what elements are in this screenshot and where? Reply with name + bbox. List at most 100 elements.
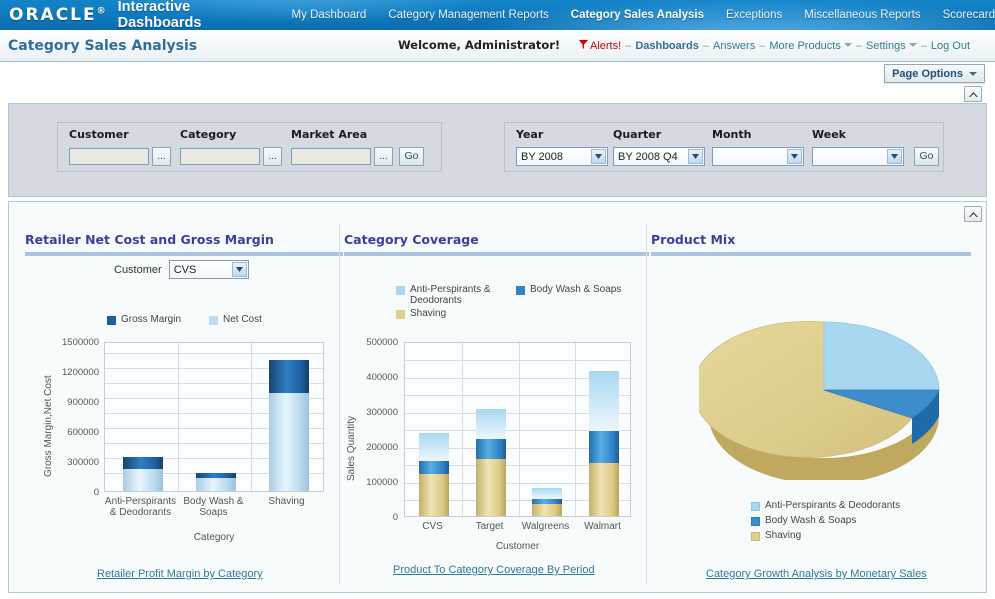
- header-link-log-out[interactable]: Log Out: [931, 40, 970, 52]
- chart2-bar-shaving-cvs: [419, 474, 449, 516]
- oracle-logo: ORACLE®: [9, 5, 106, 24]
- legend-label-pie-anti-perspirants: Anti-Perspirants & Deodorants: [765, 500, 901, 511]
- nav-item-my-dashboard[interactable]: My Dashboard: [292, 9, 367, 21]
- page-options-button[interactable]: Page Options: [884, 64, 985, 83]
- header-link-more-products-label: More Products: [769, 39, 841, 52]
- legend-swatch-pie-body-wash: [751, 517, 760, 526]
- chart2-xtick-target: Target: [475, 521, 504, 532]
- header-link-answers[interactable]: Answers: [713, 40, 755, 52]
- chart2-ytick-100000: 100000: [366, 477, 398, 488]
- header-link-dashboards[interactable]: Dashboards: [635, 40, 699, 52]
- chart1-ytick-900000: 900000: [67, 397, 99, 408]
- welcome-message: Welcome, Administrator!: [398, 38, 561, 52]
- week-select[interactable]: [812, 147, 904, 166]
- chart1-ytick-1200000: 1200000: [62, 367, 99, 378]
- header-link-more-products[interactable]: More Products: [769, 40, 852, 52]
- section-title-retailer-net-cost: Retailer Net Cost and Gross Margin: [25, 232, 274, 247]
- legend-swatch-anti-perspirants: [396, 286, 405, 295]
- page-options-label: Page Options: [892, 67, 963, 80]
- nav-item-scorecard[interactable]: Scorecard: [943, 9, 995, 21]
- alerts-link[interactable]: Alerts!: [578, 39, 621, 52]
- chevron-down-icon-week: [887, 149, 902, 164]
- chart3-legend-shaving: Shaving: [751, 530, 801, 541]
- drill-link-retailer-profit-margin[interactable]: Retailer Profit Margin by Category: [97, 568, 263, 580]
- chevron-down-icon-month: [787, 149, 802, 164]
- right-go-button[interactable]: Go: [914, 147, 939, 166]
- chart3-legend-anti-perspirants: Anti-Perspirants & Deodorants: [751, 500, 900, 511]
- report1-customer-prompt: Customer CVS: [114, 260, 249, 279]
- collapse-prompt-panel-button[interactable]: [964, 86, 982, 102]
- nav-item-miscellaneous-reports[interactable]: Miscellaneous Reports: [804, 9, 920, 21]
- chart1-bar-net-cost-anti-perspirants: [123, 469, 163, 491]
- legend-label-net-cost: Net Cost: [223, 314, 262, 325]
- chart2-legend-body-wash: Body Wash & Soaps: [516, 284, 621, 295]
- link-separator-3: –: [759, 39, 766, 52]
- page-options-row: Page Options: [0, 62, 995, 86]
- chart2-bar-anti-perspirants-walgreens: [532, 488, 562, 499]
- legend-label-pie-shaving: Shaving: [765, 530, 802, 541]
- customer-choose-button[interactable]: ...: [152, 147, 171, 166]
- legend-swatch-shaving: [396, 310, 405, 319]
- chart2-x-axis-title: Customer: [495, 541, 540, 552]
- alerts-label: Alerts!: [590, 40, 622, 52]
- chart1-ytick-600000: 600000: [67, 427, 99, 438]
- chart1-ytick-1500000: 1500000: [62, 337, 99, 348]
- alerts-icon: [578, 39, 589, 50]
- chart2-bar-body-wash-walmart: [589, 431, 619, 463]
- customer-input[interactable]: [69, 148, 149, 165]
- nav-item-category-management-reports[interactable]: Category Management Reports: [388, 9, 548, 21]
- chart2-bar-shaving-walmart: [589, 463, 619, 516]
- quarter-select-value: BY 2008 Q4: [618, 150, 678, 163]
- drill-link-category-growth-analysis[interactable]: Category Growth Analysis by Monetary Sal…: [706, 568, 927, 580]
- report1-customer-value: CVS: [173, 263, 197, 276]
- category-input[interactable]: [180, 148, 260, 165]
- prompt-label-market-area: Market Area: [291, 128, 368, 141]
- link-separator-5: –: [920, 39, 927, 52]
- chevron-up-icon: [968, 91, 978, 97]
- legend-label-gross-margin: Gross Margin: [121, 314, 182, 325]
- section-rule-1: [25, 252, 343, 256]
- oracle-logo-trademark: ®: [96, 5, 106, 16]
- market-area-input[interactable]: [291, 148, 371, 165]
- collapse-reports-panel-button[interactable]: [964, 206, 982, 222]
- section-rule-3: [651, 252, 971, 256]
- prompt-label-category: Category: [180, 128, 237, 141]
- chart2-bar-shaving-target: [476, 459, 506, 516]
- year-select-value: BY 2008: [521, 150, 564, 163]
- nav-item-category-sales-analysis[interactable]: Category Sales Analysis: [571, 9, 704, 21]
- chart2-ytick-300000: 300000: [366, 407, 398, 418]
- chart2-ytick-400000: 400000: [366, 372, 398, 383]
- chart2-bar-body-wash-cvs: [419, 461, 449, 474]
- prompt-label-month: Month: [712, 128, 752, 141]
- header-link-settings[interactable]: Settings: [866, 40, 917, 52]
- chart2-xtick-cvs: CVS: [422, 521, 443, 532]
- reports-panel: Retailer Net Cost and Gross Margin Categ…: [8, 201, 987, 593]
- chart2-bar-shaving-walgreens: [532, 504, 562, 516]
- chart1-plot-area: [104, 342, 325, 493]
- drill-link-product-to-category-coverage[interactable]: Product To Category Coverage By Period: [393, 564, 595, 576]
- chart2-xtick-walmart: Walmart: [584, 521, 621, 532]
- link-separator-4: –: [855, 39, 862, 52]
- year-select[interactable]: BY 2008: [516, 147, 608, 166]
- chart1-bar-gross-margin-anti-perspirants: [123, 457, 163, 469]
- report1-customer-select[interactable]: CVS: [168, 260, 249, 279]
- app-title: Interactive Dashboards: [117, 0, 202, 30]
- month-select[interactable]: [712, 147, 804, 166]
- top-navigation-bar: ORACLE® Interactive Dashboards My Dashbo…: [0, 0, 995, 30]
- chart2-legend-shaving: Shaving: [396, 308, 446, 319]
- chart2-plot-area: [404, 342, 632, 518]
- market-area-choose-button[interactable]: ...: [374, 147, 393, 166]
- chart-product-mix: Anti-Perspirants & Deodorants Body Wash …: [651, 272, 991, 552]
- quarter-select[interactable]: BY 2008 Q4: [613, 147, 705, 166]
- prompt-label-year: Year: [516, 128, 544, 141]
- nav-item-exceptions[interactable]: Exceptions: [726, 9, 782, 21]
- chart1-legend-net-cost: Net Cost: [209, 314, 262, 325]
- category-choose-button[interactable]: ...: [263, 147, 282, 166]
- prompt-group-right: Year Quarter Month Week BY 2008 BY 2008 …: [504, 122, 944, 172]
- legend-swatch-pie-shaving: [751, 532, 760, 541]
- chart2-ytick-500000: 500000: [366, 337, 398, 348]
- left-go-button[interactable]: Go: [399, 147, 424, 166]
- chart2-bar-anti-perspirants-walmart: [589, 371, 619, 431]
- link-separator-1: –: [625, 39, 632, 52]
- chevron-down-icon-quarter: [688, 149, 703, 164]
